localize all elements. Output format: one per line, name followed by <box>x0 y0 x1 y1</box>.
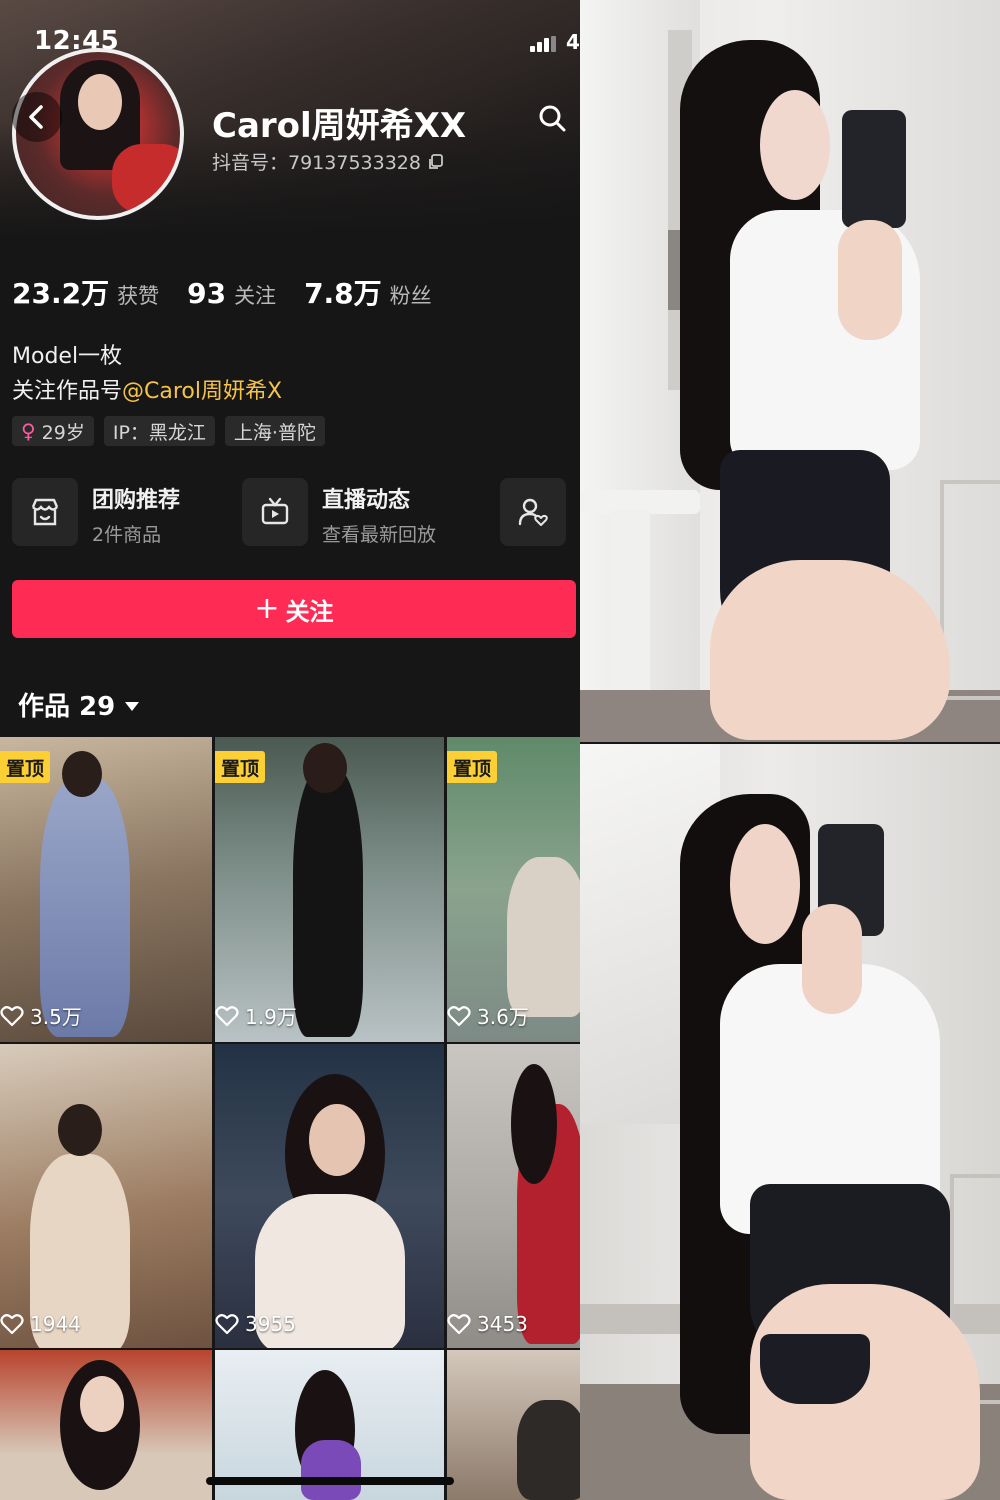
copy-icon[interactable] <box>427 153 445 171</box>
chevron-left-icon <box>29 105 43 129</box>
video-tile[interactable]: 3955 <box>215 1044 444 1348</box>
video-tile[interactable] <box>447 1350 580 1500</box>
stat-followers-label: 粉丝 <box>389 284 432 308</box>
plus-icon: + <box>254 591 280 626</box>
video-tile[interactable]: 3453 <box>447 1044 580 1348</box>
like-count-text: 1944 <box>30 1312 81 1336</box>
stat-likes-value: 23.2万 <box>12 277 110 310</box>
live-card-title: 直播动态 <box>322 488 411 513</box>
like-count: 3.6万 <box>447 1001 529 1030</box>
live-card[interactable] <box>242 478 308 546</box>
heart-icon <box>215 1314 239 1335</box>
works-tab[interactable]: 作品 29 <box>18 686 140 723</box>
feature-cards: 团购推荐 2件商品 直播动态 查看最新回放 <box>12 478 568 548</box>
profile-name: Carol周妍希XX <box>212 106 467 146</box>
video-tile[interactable]: 置顶 3.6万 <box>447 737 580 1042</box>
like-count: 1.9万 <box>215 1001 297 1030</box>
like-count-text: 3.5万 <box>30 1005 82 1029</box>
heart-icon <box>447 1314 471 1335</box>
stat-likes[interactable]: 23.2万 获赞 <box>12 272 159 312</box>
back-button[interactable] <box>12 92 62 142</box>
location-tag[interactable]: 上海·普陀 <box>224 416 325 446</box>
works-tab-label: 作品 29 <box>18 692 116 722</box>
heart-icon <box>215 1005 239 1026</box>
caret-down-icon <box>125 702 140 711</box>
search-button[interactable] <box>532 98 572 138</box>
heart-icon <box>0 1314 24 1335</box>
profile-tags: ♀ 29岁 IP：黑龙江 上海·普陀 <box>12 416 325 446</box>
stat-following-value: 93 <box>187 277 227 310</box>
profile-screen: 12:45 4 Carol周妍希XX 抖音号：79137533328 23.2万… <box>0 0 580 1500</box>
shop-card-subtitle: 2件商品 <box>92 524 162 546</box>
like-count-text: 3955 <box>245 1312 296 1336</box>
like-count: 3453 <box>447 1312 528 1336</box>
stat-followers-value: 7.8万 <box>304 277 382 310</box>
shop-icon <box>31 498 59 526</box>
shop-card[interactable] <box>12 478 78 546</box>
pinned-badge: 置顶 <box>215 751 266 783</box>
bio-line: 关注作品号@Carol周妍希X <box>12 373 282 405</box>
video-tile[interactable]: 1944 <box>0 1044 212 1348</box>
bio-line: Model一枚 <box>12 344 123 369</box>
photo-bottom <box>580 744 1000 1500</box>
profile-stats: 23.2万 获赞 93 关注 7.8万 粉丝 <box>12 272 432 312</box>
ip-tag: IP：黑龙江 <box>103 416 215 446</box>
age-tag: ♀ 29岁 <box>12 416 94 446</box>
like-count-text: 1.9万 <box>245 1005 297 1029</box>
stat-following[interactable]: 93 关注 <box>187 277 276 310</box>
like-count-text: 3.6万 <box>477 1005 529 1029</box>
shop-card-title: 团购推荐 <box>92 488 181 513</box>
age-tag-text: 29岁 <box>41 421 85 444</box>
pinned-badge: 置顶 <box>0 751 51 783</box>
bio-text: 关注作品号 <box>12 379 123 404</box>
like-count: 3.5万 <box>0 1001 82 1030</box>
tv-icon <box>261 497 289 525</box>
like-count: 1944 <box>0 1312 81 1336</box>
video-tile[interactable]: 置顶 3.5万 <box>0 737 212 1042</box>
female-icon: ♀ <box>21 419 36 443</box>
heart-icon <box>447 1005 471 1026</box>
live-card-subtitle: 查看最新回放 <box>322 524 437 546</box>
add-friend-button[interactable] <box>500 478 566 546</box>
stat-followers[interactable]: 7.8万 粉丝 <box>304 272 432 312</box>
douyin-id-text: 抖音号：79137533328 <box>212 152 421 174</box>
like-count-text: 3453 <box>477 1312 528 1336</box>
pinned-badge: 置顶 <box>447 751 498 783</box>
stat-likes-label: 获赞 <box>117 284 160 308</box>
stat-following-label: 关注 <box>234 284 277 308</box>
battery-level: 4 <box>566 30 580 54</box>
video-grid: 置顶 3.5万 置顶 1.9万 置顶 3.6万 1944 3955 3453 <box>0 737 580 1500</box>
search-icon <box>539 105 566 132</box>
heart-icon <box>0 1005 24 1026</box>
photo-top <box>580 0 1000 742</box>
video-tile[interactable] <box>0 1350 212 1500</box>
douyin-id: 抖音号：79137533328 <box>212 148 445 175</box>
signal-icon <box>530 36 556 52</box>
user-heart-icon <box>518 498 548 526</box>
video-tile[interactable]: 置顶 1.9万 <box>215 737 444 1042</box>
mention-link[interactable]: @Carol周妍希X <box>122 379 282 404</box>
follow-button-label: 关注 <box>285 597 334 626</box>
like-count: 3955 <box>215 1312 296 1336</box>
follow-button[interactable]: + 关注 <box>12 580 576 638</box>
home-indicator[interactable] <box>206 1477 454 1485</box>
